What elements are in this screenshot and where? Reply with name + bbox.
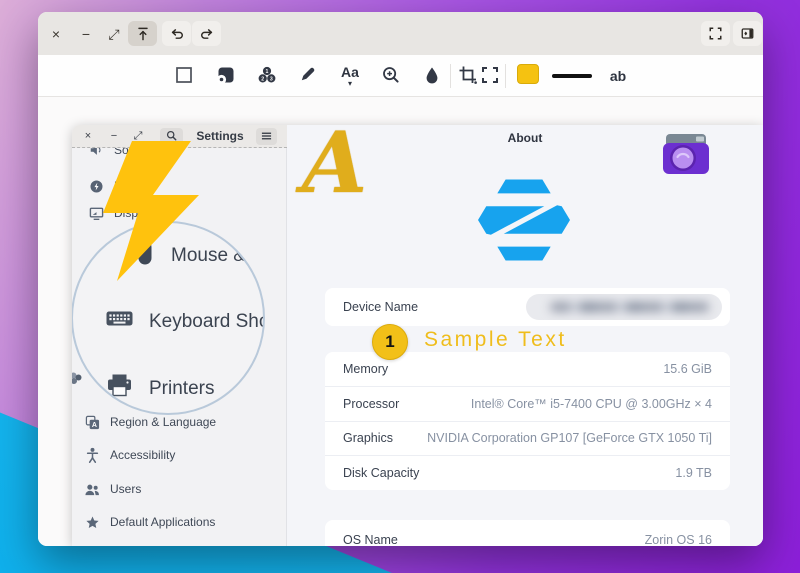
- os-name-label: OS Name: [343, 533, 398, 546]
- drop-icon: [422, 65, 442, 88]
- spec-label: Graphics: [343, 431, 393, 445]
- upload-icon: [135, 26, 151, 42]
- font-tool-label: ab: [610, 68, 626, 84]
- magnified-item-label: Printers: [149, 378, 214, 400]
- filled-rectangle-tool-button[interactable]: [212, 62, 240, 90]
- spec-row-graphics: Graphics NVIDIA Corporation GP107 [GeFor…: [325, 421, 730, 456]
- toolbar-separator: [450, 64, 451, 88]
- rectangle-tool-button[interactable]: [170, 62, 198, 90]
- printer-icon: [106, 373, 133, 404]
- camera-emoji-annotation[interactable]: [660, 131, 712, 183]
- device-name-card: Device Name: [325, 288, 730, 326]
- minimize-button[interactable]: −: [75, 23, 97, 45]
- settings-menu-button[interactable]: [256, 128, 277, 145]
- sidebar-item-users[interactable]: Users: [84, 481, 141, 497]
- os-name-row: OS Name Zorin OS 16: [325, 520, 730, 546]
- hamburger-menu-icon: [261, 129, 272, 144]
- dock-right-button[interactable]: [733, 21, 762, 46]
- svg-text:A: A: [91, 421, 96, 428]
- os-name-value: Zorin OS 16: [645, 533, 712, 546]
- redo-icon: [199, 26, 215, 42]
- sidebar-item-label: Accessibility: [110, 448, 175, 462]
- users-icon: [84, 482, 100, 497]
- spec-label: Disk Capacity: [343, 466, 419, 480]
- numbered-marker-annotation[interactable]: 1: [372, 324, 408, 360]
- magnified-item-label: Keyboard Shortcuts: [149, 311, 265, 333]
- spec-row-disk: Disk Capacity 1.9 TB: [325, 455, 730, 490]
- editor-canvas[interactable]: × − ⤢ Settings Sound: [38, 97, 763, 546]
- magnifier-tool-button[interactable]: [377, 62, 405, 90]
- fullscreen-button[interactable]: [701, 21, 730, 46]
- fullscreen-icon: [708, 26, 723, 41]
- spec-label: Processor: [343, 397, 399, 411]
- toolbar: 123 Aa ▾: [38, 55, 763, 97]
- color-swatch-button[interactable]: [517, 64, 539, 84]
- desktop-wallpaper: × − ⤢: [0, 0, 800, 573]
- spec-value: Intel® Core™ i5-7400 CPU @ 3.00GHz × 4: [471, 397, 712, 411]
- annotator-window: × − ⤢: [38, 12, 763, 546]
- select-area-tool-button[interactable]: [476, 62, 504, 90]
- spec-label: Memory: [343, 362, 388, 376]
- sidebar-item-accessibility[interactable]: Accessibility: [84, 447, 175, 463]
- rectangle-icon: [174, 65, 194, 88]
- counter-tool-button[interactable]: 123: [253, 62, 281, 90]
- magnified-item-printers: Printers: [106, 373, 214, 404]
- spec-value: 1.9 TB: [675, 466, 712, 480]
- svg-text:3: 3: [270, 76, 273, 82]
- text-tool-icon: Aa ▾: [341, 65, 359, 88]
- edited-screenshot: × − ⤢ Settings Sound: [72, 125, 763, 546]
- device-name-label: Device Name: [343, 300, 418, 314]
- colors-icon-fragment: [72, 371, 83, 390]
- crop-icon: [458, 65, 478, 88]
- close-button[interactable]: ×: [45, 23, 67, 45]
- settings-close-button[interactable]: ×: [80, 127, 96, 145]
- sidebar-item-label: Region & Language: [110, 415, 216, 429]
- titlebar: × − ⤢: [38, 12, 763, 55]
- spec-value: NVIDIA Corporation GP107 [GeForce GTX 10…: [427, 431, 712, 445]
- font-tool-button[interactable]: ab: [604, 62, 632, 90]
- spec-value: 15.6 GiB: [663, 362, 712, 376]
- text-tool-button[interactable]: Aa ▾: [336, 62, 364, 90]
- undo-icon: [169, 26, 185, 42]
- system-specs-card: Memory 15.6 GiB Processor Intel® Core™ i…: [325, 352, 730, 490]
- svg-text:2: 2: [261, 76, 264, 82]
- sidebar-item-region-language[interactable]: A Region & Language: [84, 414, 216, 430]
- pencil-icon: [298, 65, 318, 88]
- language-icon: A: [84, 415, 100, 430]
- undo-button[interactable]: [162, 21, 191, 46]
- chevron-down-icon: ▾: [348, 80, 352, 88]
- sidebar-item-default-applications[interactable]: Default Applications: [84, 514, 215, 530]
- os-name-card: OS Name Zorin OS 16: [325, 520, 730, 546]
- lightning-bolt-annotation[interactable]: [95, 141, 205, 286]
- svg-text:1: 1: [266, 68, 269, 74]
- star-icon: [84, 515, 100, 530]
- restore-button[interactable]: ⤢: [103, 23, 125, 45]
- filled-rectangle-icon: [216, 65, 236, 88]
- blurred-device-name: [550, 302, 710, 312]
- magnified-item-keyboard: Keyboard Shortcuts: [106, 309, 265, 334]
- magnifier-plus-icon: [381, 65, 401, 88]
- toolbar-separator: [505, 64, 506, 88]
- stroke-width-button[interactable]: [550, 62, 594, 90]
- accessibility-icon: [84, 447, 100, 463]
- stroke-width-icon: [552, 74, 592, 78]
- sidebar-item-label: Default Applications: [110, 515, 215, 529]
- keyboard-icon: [106, 309, 133, 334]
- blur-tool-button[interactable]: [418, 62, 446, 90]
- zorin-os-logo: [478, 178, 570, 267]
- script-letter-annotation[interactable]: A: [302, 125, 367, 209]
- dock-right-icon: [740, 26, 755, 41]
- pencil-tool-button[interactable]: [294, 62, 322, 90]
- sample-text-annotation[interactable]: Sample Text: [424, 328, 567, 352]
- sidebar-item-label: Users: [110, 482, 141, 496]
- select-area-icon: [480, 65, 500, 88]
- upload-button[interactable]: [128, 21, 157, 46]
- redo-button[interactable]: [192, 21, 221, 46]
- blur-region-annotation: [526, 294, 722, 320]
- spec-row-processor: Processor Intel® Core™ i5-7400 CPU @ 3.0…: [325, 386, 730, 421]
- counter-icon: 123: [257, 65, 277, 88]
